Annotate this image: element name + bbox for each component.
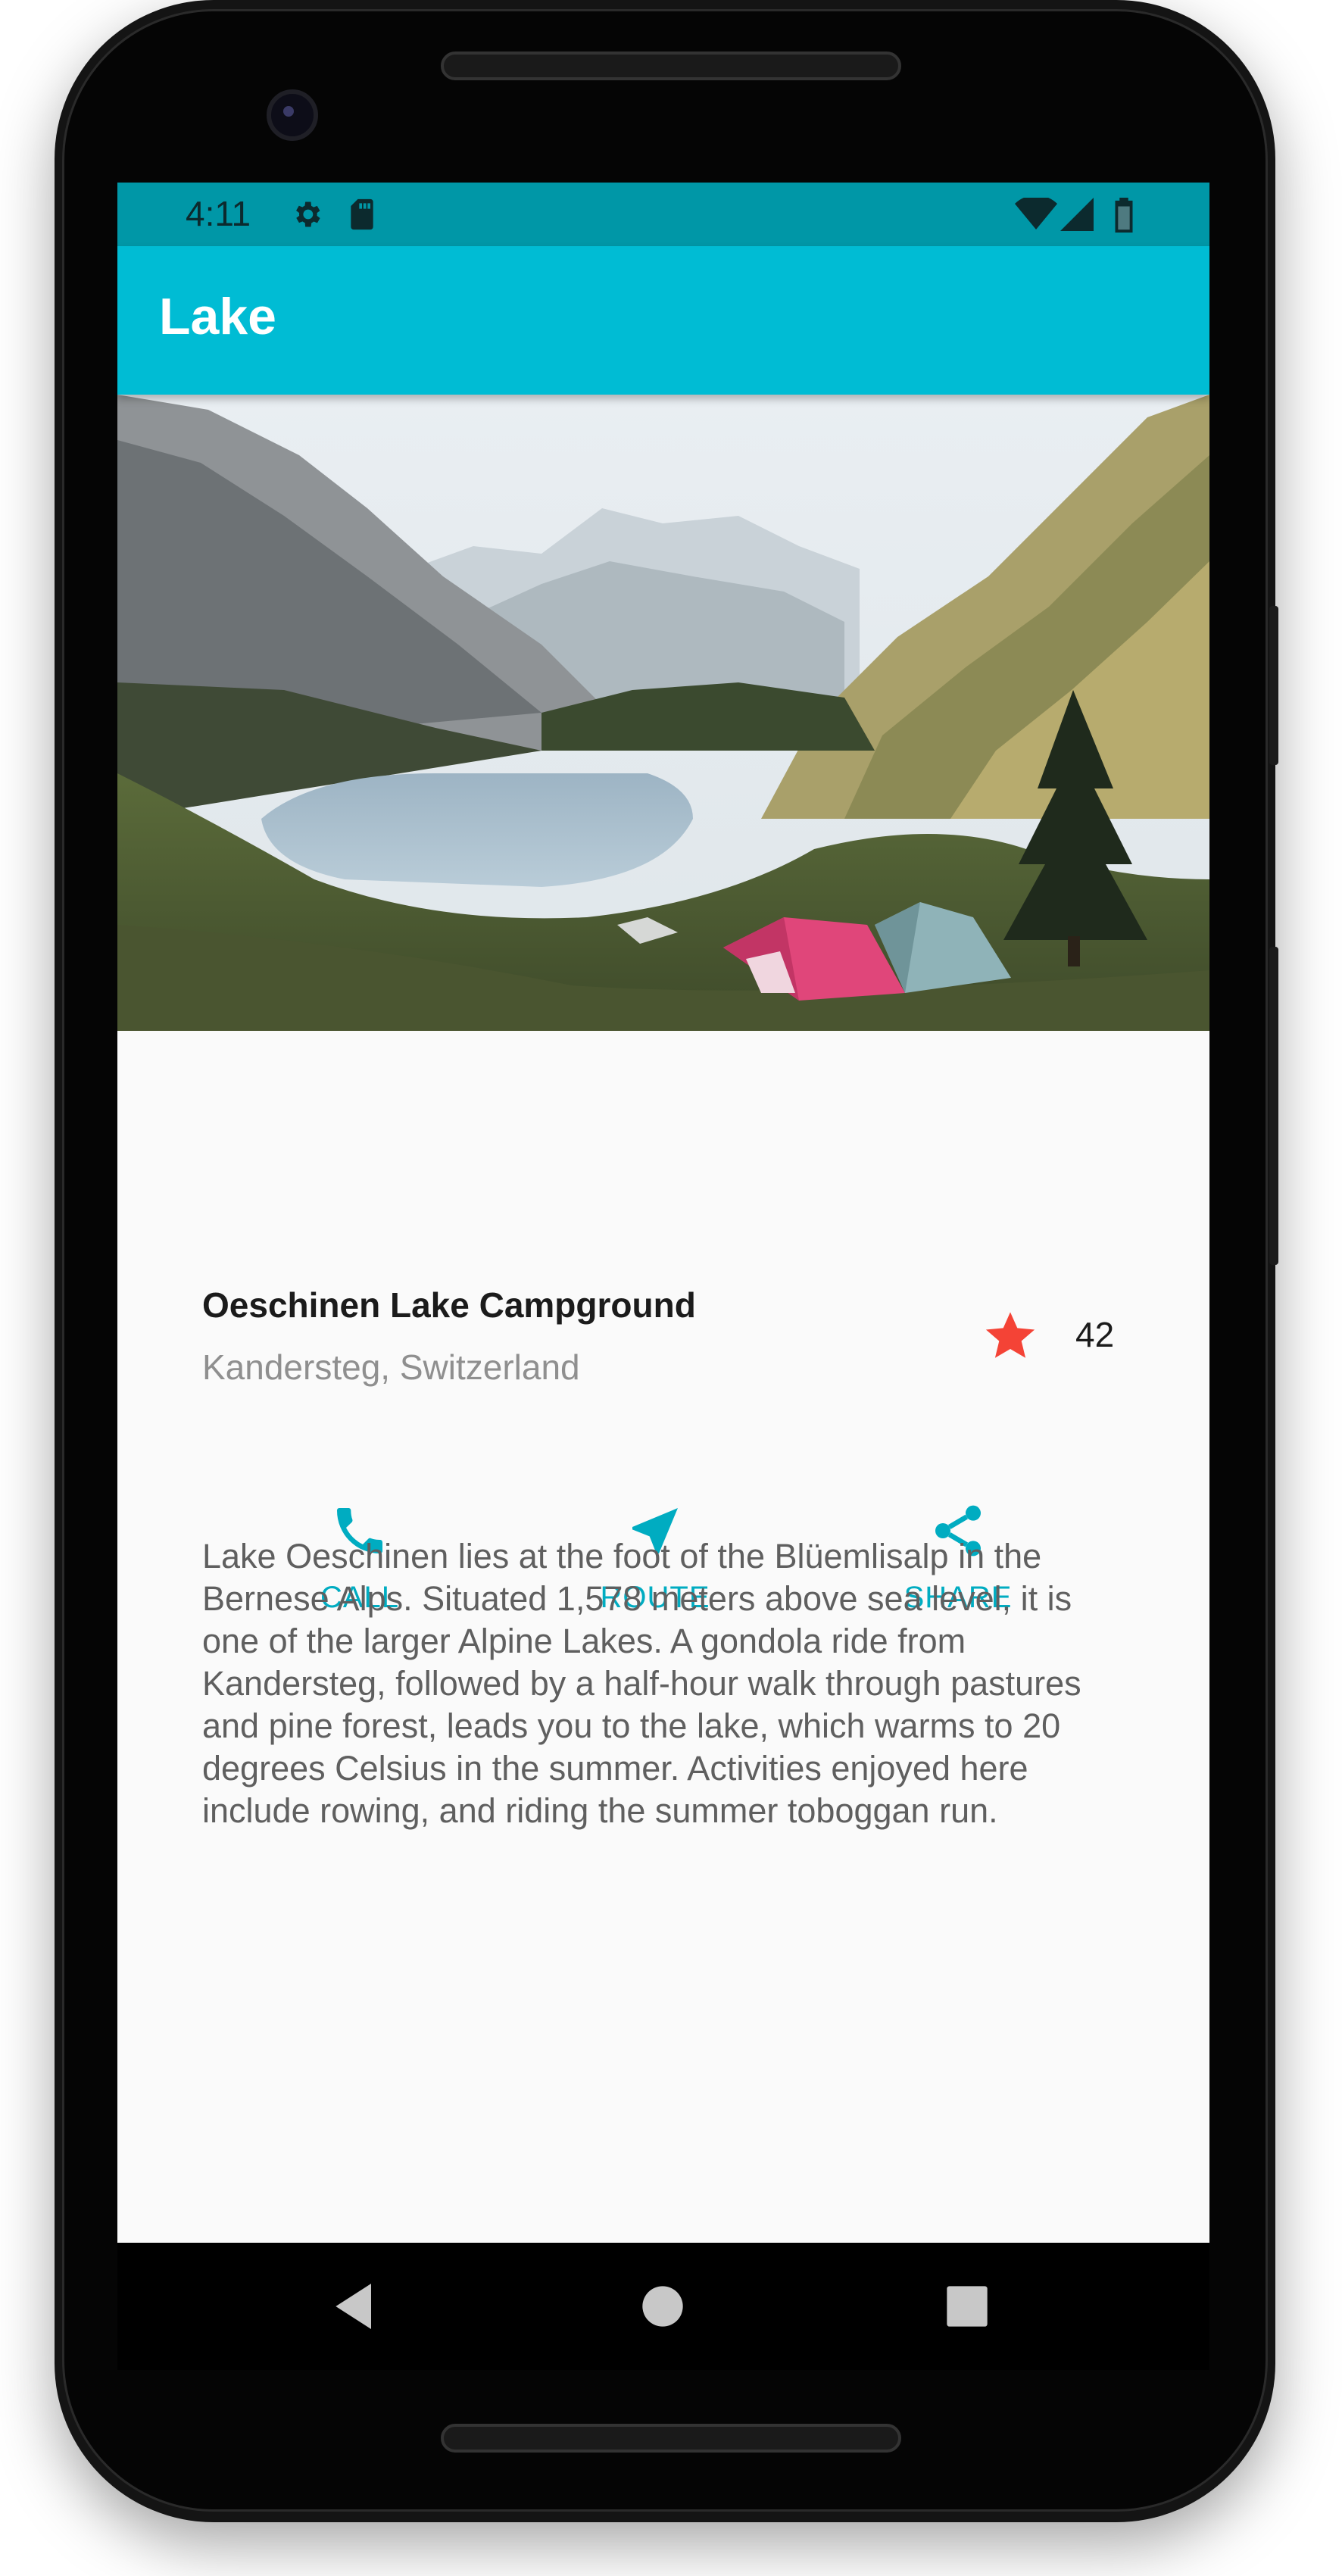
app-title: Lake (159, 288, 276, 345)
front-camera (267, 89, 318, 141)
battery-icon (1115, 198, 1133, 233)
home-icon[interactable] (632, 2276, 693, 2337)
rating-count: 42 (1075, 1315, 1115, 1354)
navigation-bar (117, 2243, 1209, 2370)
bottom-speaker (441, 2424, 901, 2453)
place-description: Lake Oeschinen lies at the foot of the B… (202, 1537, 1081, 1830)
place-location: Kandersteg, Switzerland (202, 1347, 580, 1387)
app-bar: Lake (117, 246, 1209, 395)
star-icon[interactable] (983, 1308, 1038, 1363)
place-name: Oeschinen Lake Campground (202, 1285, 696, 1325)
sd-card-icon (351, 198, 373, 230)
top-speaker (441, 52, 901, 80)
mountain-lake-photo (117, 395, 1209, 1031)
signal-icon (1060, 198, 1094, 231)
hero-image (117, 395, 1209, 1031)
volume-button[interactable] (1269, 947, 1278, 1265)
gear-icon (296, 201, 320, 227)
device-screen: 4:11 Lake Oeschinen Lake Campground Kand… (117, 183, 1209, 2370)
back-icon[interactable] (326, 2276, 386, 2337)
power-button[interactable] (1269, 606, 1278, 765)
wifi-icon (1015, 198, 1057, 229)
status-time: 4:11 (186, 194, 251, 233)
recents-icon[interactable] (937, 2276, 997, 2337)
status-bar: 4:11 (117, 183, 1209, 246)
